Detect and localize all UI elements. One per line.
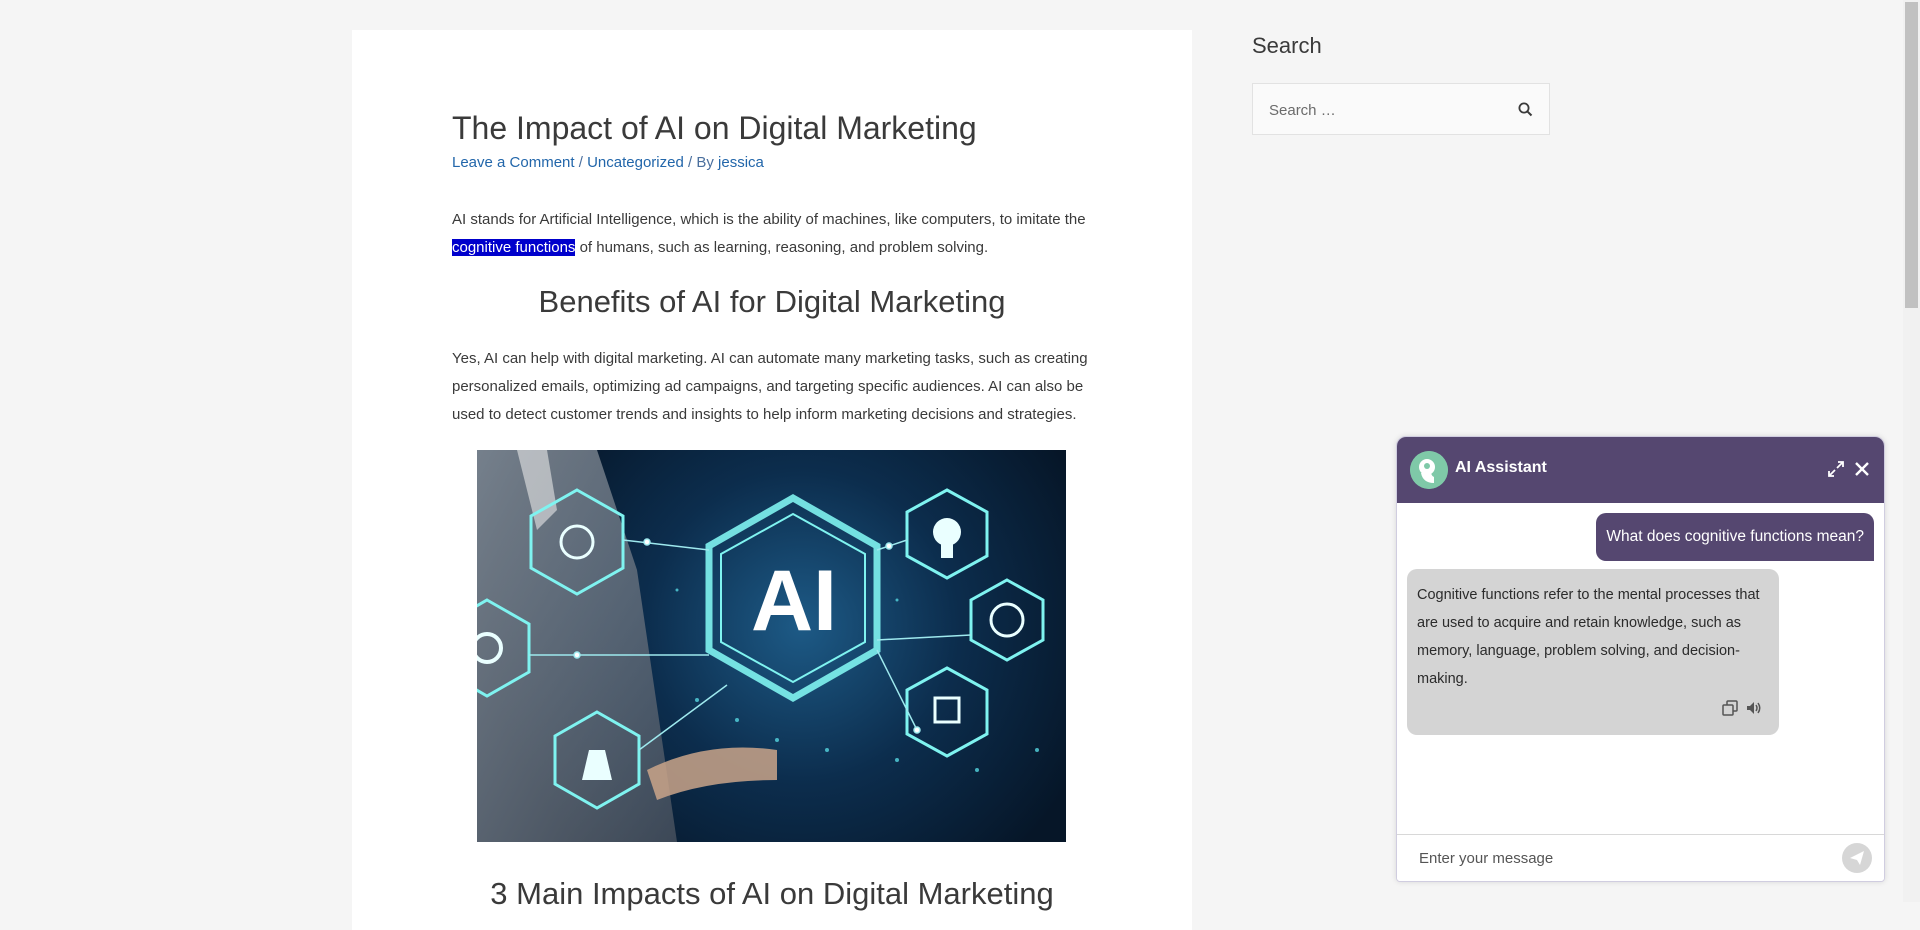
author-link[interactable]: jessica [718,154,764,171]
sidebar-search-title: Search [1252,33,1322,58]
section-heading-impacts: 3 Main Impacts of AI on Digital Marketin… [490,876,1054,911]
chat-message-input[interactable] [1417,835,1821,881]
search-input[interactable] [1267,84,1511,136]
ai-assistant-chat-widget: AI Assistant What does cognitive functio… [1396,436,1885,882]
hero-image: AI [477,450,1066,842]
leave-comment-link[interactable]: Leave a Comment [452,154,575,171]
benefits-paragraph: Yes, AI can help with digital marketing.… [452,350,1088,423]
assistant-message-text: Cognitive functions refer to the mental … [1417,587,1760,687]
intro-text-before: AI stands for Artificial Intelligence, w… [452,211,1086,228]
page-scrollbar[interactable] [1903,0,1920,902]
ai-illustration: AI [477,450,1045,842]
speaker-icon[interactable] [1745,699,1763,717]
intro-paragraph: AI stands for Artificial Intelligence, w… [452,206,1092,262]
category-link[interactable]: Uncategorized [587,154,684,171]
close-icon[interactable] [1852,459,1872,479]
section-heading-benefits: Benefits of AI for Digital Marketing [538,284,1006,319]
selected-text: cognitive functions [452,239,576,256]
article-card: The Impact of AI on Digital Marketing Le… [352,30,1192,930]
user-message-bubble: What does cognitive functions mean? [1596,513,1874,561]
chat-input-row [1397,834,1884,881]
post-meta: Leave a Comment / Uncategorized / By jes… [452,154,764,171]
message-actions [1721,699,1763,717]
scrollbar-thumb[interactable] [1905,2,1918,308]
hero-ai-label: AI [751,553,837,649]
meta-separator: / [574,154,588,171]
meta-by: / By [683,154,719,171]
send-icon[interactable] [1842,843,1872,873]
post-title: The Impact of AI on Digital Marketing [452,110,977,146]
copy-icon[interactable] [1721,699,1739,717]
assistant-message-bubble: Cognitive functions refer to the mental … [1407,569,1779,735]
search-icon[interactable] [1517,101,1535,119]
search-form [1252,83,1550,136]
chat-header: AI Assistant [1397,437,1884,503]
assistant-avatar [1410,451,1448,489]
expand-icon[interactable] [1826,459,1846,479]
intro-text-after: of humans, such as learning, reasoning, … [575,239,989,256]
chat-title: AI Assistant [1455,459,1547,476]
